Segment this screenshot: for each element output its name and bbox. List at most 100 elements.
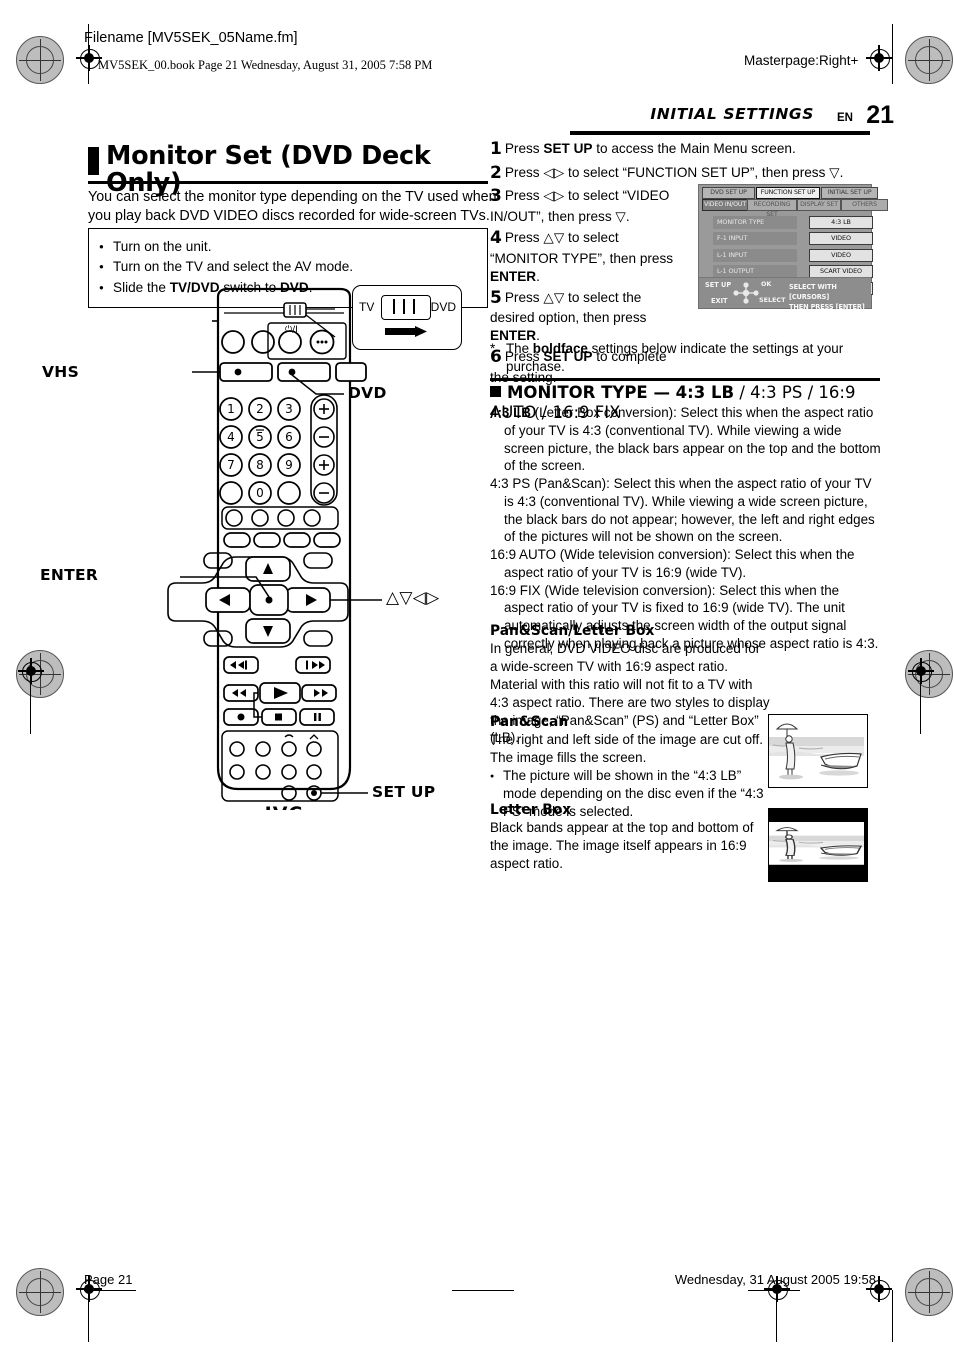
osd-tab-function-set-up: FUNCTION SET UP [756, 187, 820, 199]
osd-tab-dvd-set-up: DVD SET UP [702, 187, 755, 199]
title-rule [88, 181, 488, 184]
osd-row-f1-input: F-1 INPUT VIDEO [713, 232, 873, 246]
page-number: 21 [866, 101, 894, 129]
letterbox-heading: Letter Box [490, 802, 572, 818]
panscan-sample-image [768, 714, 868, 788]
beach-illustration-panscan [769, 715, 864, 784]
option-4-3-ps: 4:3 PS (Pan&Scan): Select this when the … [490, 475, 882, 546]
step-3: 3 Press ◁▷ to select “VIDEO IN/OUT”, then… [490, 185, 686, 226]
osd-row-value: 4:3 LB [809, 216, 873, 229]
remote-label-enter: ENTER [40, 566, 99, 584]
crop-line-mid-center [776, 1290, 778, 1342]
osd-row-l1-input: L-1 INPUT VIDEO [713, 248, 873, 262]
vhs-dvd-buttons [219, 362, 367, 382]
note-marker: * [490, 341, 496, 356]
header-filename: Filename [MV5SEK_05Name.fm] [84, 30, 298, 46]
document-page: Filename [MV5SEK_05Name.fm] MV5SEK_00.bo… [0, 0, 954, 1351]
option-label: 4:3 PS [490, 476, 531, 491]
osd-footer-bar: SET UP EXIT OK SELECT SELECT WITH [CURSO… [699, 277, 871, 311]
step-5: 5 Press △▽ to select the desired option, … [490, 287, 686, 346]
crop-target-top-right [866, 45, 892, 71]
remote-label-set-up: SET UP [372, 783, 436, 801]
option-label: 16:9 FIX [490, 582, 541, 598]
osd-tab-recording-set: RECORDING SET [747, 199, 797, 218]
osd-row-value: VIDEO [809, 232, 873, 246]
osd-tab-display-set: DISPLAY SET [797, 199, 841, 211]
step-number: 4 [490, 227, 502, 248]
step-text: Press SET UP to access the Main Menu scr… [504, 141, 796, 156]
remote-label-vhs: VHS [42, 363, 80, 381]
osd-tab-row-2: VIDEO IN/OUT RECORDING SET DISPLAY SET O… [702, 199, 888, 218]
registration-mark-bottom-left [16, 1268, 64, 1316]
crop-target-mid-right [908, 658, 934, 684]
osd-footer-exit: EXIT [711, 297, 728, 305]
switch-dvd-label: DVD [430, 300, 456, 314]
remote-label-dvd: DVD [348, 384, 387, 402]
osd-row-monitor-type: MONITOR TYPE 4:3 LB [713, 216, 873, 229]
registration-mark-bottom-right [905, 1268, 953, 1316]
footer-timestamp: Wednesday, 31 August 2005 19:58 [674, 1272, 876, 1287]
option-4-3-lb: 4:3 LB (Letter Box conversion): Select t… [490, 405, 881, 474]
step-1: 1 Press SET UP to access the Main Menu sc… [490, 138, 880, 161]
header-book-line: MV5SEK_00.book Page 21 Wednesday, August… [98, 58, 433, 72]
cursor-pad [167, 552, 349, 648]
step-number: 3 [490, 186, 502, 207]
step-text: Press △▽ to select the desired option, t… [490, 289, 647, 344]
svg-text:4: 4 [227, 430, 235, 444]
panscan-letterbox-p1: In general, DVD VIDEO disc are produced … [490, 641, 761, 675]
osd-tab-others: OTHERS [841, 199, 888, 211]
footer-rule-right [748, 1290, 800, 1292]
tv-dvd-switch-on-body [283, 302, 307, 318]
svg-text:JVC: JVC [263, 803, 304, 810]
registration-mark-top-right [905, 36, 953, 84]
beach-illustration-letterbox [769, 809, 864, 878]
osd-row-value: VIDEO [809, 248, 873, 262]
step-text: Press ◁▷ to select “FUNCTION SET UP”, th… [504, 164, 844, 180]
monitor-type-options: 4:3 LB (Letter Box conversion): Select t… [490, 404, 882, 653]
letterbox-text: Black bands appear at the top and bottom… [490, 820, 754, 871]
crop-line-right-lower [892, 1290, 894, 1342]
title-marker [88, 147, 99, 175]
step-text: Press ◁▷ to select “VIDEO IN/OUT”, then … [490, 188, 670, 224]
svg-text:8: 8 [256, 458, 264, 472]
osd-hint-line-2: THEN PRESS [ENTER] [789, 303, 865, 311]
step-number: 2 [490, 162, 502, 183]
running-head-rule [570, 131, 870, 135]
osd-cursor-pad-icon [733, 282, 759, 304]
crop-line-right [892, 24, 894, 84]
panscan-text: The right and left side of the image are… [490, 732, 763, 766]
panscan-letterbox-heading: Pan&Scan/Letter Box [490, 623, 655, 639]
remote-control-illustration: ⏻/I 1 2 3 4 5 6 7 8 9 0 TV DVD VHS DVD E… [40, 285, 490, 825]
header-masterpage: Masterpage:Right+ [744, 53, 859, 68]
option-16-9-auto: 16:9 AUTO (Wide television conversion): … [490, 546, 882, 582]
letterbox-block: Letter Box Black bands appear at the top… [490, 801, 770, 873]
boldface-note: * The boldface settings below indicate t… [490, 340, 880, 376]
step-2: 2 Press ◁▷ to select “FUNCTION SET UP”, t… [490, 162, 880, 185]
tv-dvd-switch-callout: TV DVD [352, 285, 462, 350]
svg-text:0: 0 [256, 486, 264, 500]
osd-menu-screenshot: DVD SET UP FUNCTION SET UP INITIAL SET U… [698, 184, 888, 311]
letterbox-sample-image [768, 808, 868, 882]
svg-text:2: 2 [256, 402, 264, 416]
osd-row-label: MONITOR TYPE [713, 216, 797, 229]
osd-hint-line-1: SELECT WITH [CURSORS] [789, 283, 837, 301]
crop-line-mid-left [30, 684, 32, 734]
step-4: 4 Press △▽ to select “MONITOR TYPE”, then… [490, 227, 686, 286]
remote-label-cursors: △▽◁▷ [386, 588, 440, 608]
crop-target-mid-left [18, 658, 44, 684]
remote-control-svg: ⏻/I 1 2 3 4 5 6 7 8 9 0 [167, 287, 382, 825]
svg-text:3: 3 [285, 402, 293, 416]
option-description: (Letter Box conversion): Select this whe… [504, 405, 881, 474]
step-text: Press △▽ to select “MONITOR TYPE”, then … [490, 229, 674, 284]
osd-tab-video-in-out: VIDEO IN/OUT [702, 199, 748, 211]
osd-row-label: L-1 INPUT [713, 248, 797, 262]
switch-direction-arrow [385, 326, 427, 337]
note-text: The boldface settings below indicate the… [506, 341, 844, 374]
step-number: 5 [490, 287, 502, 308]
running-head-lang: EN [837, 112, 853, 124]
svg-text:9: 9 [285, 458, 293, 472]
footer-rule-middle [452, 1290, 514, 1292]
switch-tv-label: TV [359, 300, 375, 314]
list-item: Turn on the TV and select the AV mode. [99, 257, 477, 277]
option-description: (Wide television conversion): Select thi… [504, 547, 855, 580]
